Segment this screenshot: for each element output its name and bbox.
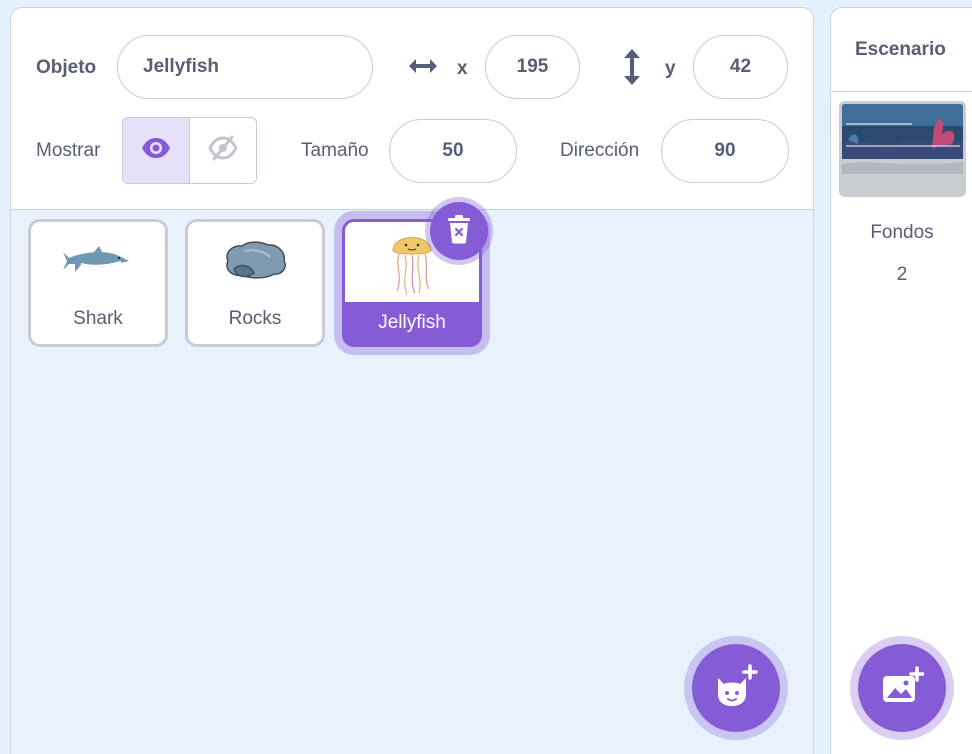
add-backdrop-button[interactable]	[850, 636, 954, 740]
backdrops-label: Fondos	[870, 222, 934, 243]
sprite-pane: Objeto Jellyfish x 195 y 42 Mostrar Tama…	[10, 7, 814, 754]
add-sprite-button[interactable]	[684, 636, 788, 740]
direction-input[interactable]: 90	[661, 119, 789, 183]
backdrops-count: 2	[896, 264, 908, 285]
x-input[interactable]: 195	[485, 35, 580, 99]
size-input[interactable]: 50	[389, 119, 517, 183]
sprite-tile-label: Jellyfish	[378, 312, 446, 333]
sprite-tile-rocks[interactable]: Rocks	[185, 219, 325, 347]
cat-plus-icon	[714, 663, 758, 713]
size-label: Tamaño	[301, 140, 369, 161]
eye-icon	[141, 137, 171, 164]
y-label: y	[665, 58, 676, 79]
image-plus-icon	[880, 665, 925, 711]
stage-title: Escenario	[831, 8, 972, 92]
x-label: x	[457, 58, 468, 79]
direction-label: Dirección	[560, 140, 640, 161]
rocks-thumbnail	[188, 222, 322, 300]
shark-thumbnail	[31, 222, 165, 300]
show-label: Mostrar	[36, 140, 101, 161]
sprite-tile-label: Rocks	[228, 308, 282, 329]
show-button[interactable]	[123, 118, 190, 183]
stage-thumbnail[interactable]	[839, 101, 966, 197]
sprite-name-label: Objeto	[36, 57, 97, 78]
sprite-name-input[interactable]: Jellyfish	[117, 35, 373, 99]
y-input[interactable]: 42	[693, 35, 788, 99]
sprite-tile-label: Shark	[73, 308, 123, 329]
trash-icon	[446, 214, 472, 249]
sprite-tile-shark[interactable]: Shark	[28, 219, 168, 347]
eye-slash-icon	[208, 135, 238, 166]
vertical-arrows-icon	[621, 48, 643, 91]
hide-button[interactable]	[189, 118, 256, 183]
horizontal-arrows-icon	[407, 55, 439, 82]
visibility-toggle	[122, 117, 257, 184]
sprite-info-panel: Objeto Jellyfish x 195 y 42 Mostrar Tama…	[11, 8, 813, 210]
delete-sprite-button[interactable]	[430, 202, 488, 260]
